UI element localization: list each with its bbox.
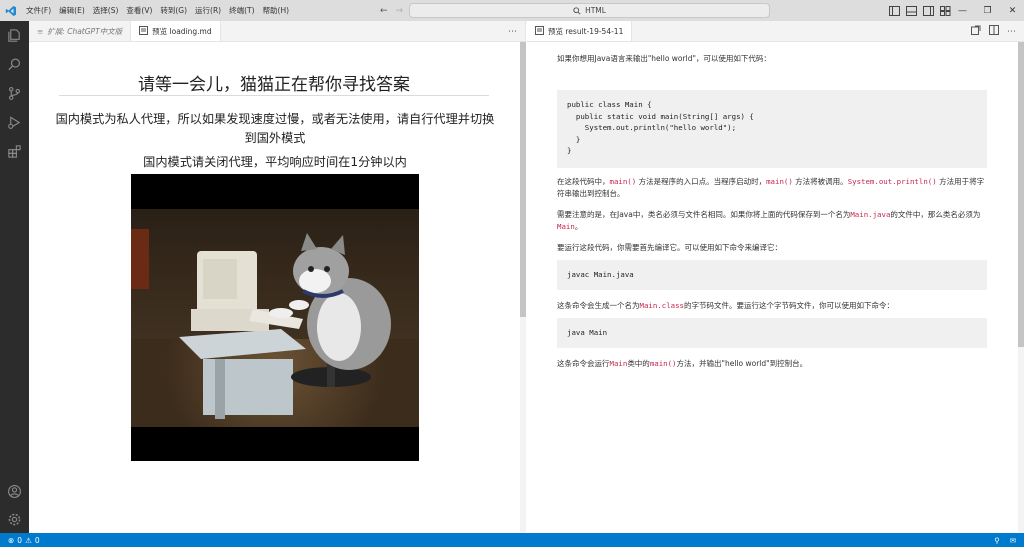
tab-actions-left: ⋯	[508, 21, 517, 42]
inline-code: Main	[609, 359, 628, 368]
inline-code: Main.java	[850, 210, 891, 219]
extensions-icon[interactable]	[0, 137, 29, 166]
layout-controls	[888, 0, 951, 21]
heading-divider	[59, 95, 489, 96]
cat-scene	[131, 209, 419, 427]
split-editor-icon[interactable]	[989, 25, 999, 38]
tab-chatgpt-extension[interactable]: ≡ 扩展: ChatGPT中文版	[29, 21, 132, 41]
restore-icon[interactable]: ❐	[975, 0, 1000, 21]
inline-code: Main.class	[639, 301, 685, 310]
scrollbar-thumb-right[interactable]	[1018, 42, 1024, 347]
inline-code: System.out.println()	[847, 177, 937, 186]
response-time-notice: 国内模式请关闭代理，平均响应时间在1分钟以内	[143, 155, 407, 169]
more-actions-icon[interactable]: ⋯	[508, 27, 517, 37]
status-right: ⚲ ✉	[994, 533, 1016, 547]
scrollbar-thumb-left[interactable]	[520, 42, 526, 317]
page-heading: 请等一会儿，猫猫正在帮你寻找答案	[138, 75, 410, 95]
status-bar: ⊗ 0 ⚠ 0 ⚲ ✉	[0, 533, 1024, 547]
command-center-label: HTML	[585, 6, 606, 15]
tab-actions-right: ⋯	[971, 21, 1016, 42]
explorer-icon[interactable]	[0, 21, 29, 50]
inline-code: main()	[649, 359, 677, 368]
menu-bar: 文件(F) 编辑(E) 选择(S) 查看(V) 转到(G) 运行(R) 终端(T…	[22, 0, 293, 21]
close-icon[interactable]: ✕	[1000, 0, 1024, 21]
run-debug-icon[interactable]	[0, 108, 29, 137]
source-control-icon[interactable]	[0, 79, 29, 108]
nav-arrows: ← →	[380, 0, 403, 21]
tab-label: 扩展: ChatGPT中文版	[47, 26, 123, 36]
tab-result-preview[interactable]: 预览 result-19-54-11	[527, 21, 633, 41]
explain-paragraph: 在这段代码中，main() 方法是程序的入口点。当程序启动时，main() 方法…	[557, 177, 985, 198]
warning-count: 0	[34, 535, 40, 545]
class-paragraph: 这条命令会生成一个名为Main.class的字节码文件。要运行这个字节码文件，你…	[557, 301, 894, 310]
markdown-preview-loading: 请等一会儿，猫猫正在帮你寻找答案 国内模式为私人代理，所以如果发现速度过慢，或者…	[29, 42, 519, 533]
tab-bar-left: ≡ 扩展: ChatGPT中文版 预览 loading.md ⋯	[29, 21, 525, 42]
error-icon: ⊗	[8, 535, 15, 545]
more-actions-icon[interactable]: ⋯	[1007, 27, 1016, 37]
window-controls: — ❐ ✕	[950, 0, 1024, 21]
toggle-panel-icon[interactable]	[905, 5, 917, 16]
menu-view[interactable]: 查看(V)	[122, 0, 156, 21]
tab-bar-right: 预览 result-19-54-11 ⋯	[527, 21, 1024, 42]
live-share-icon[interactable]: ⚲	[994, 536, 1000, 545]
editor-group-left: ≡ 扩展: ChatGPT中文版 预览 loading.md ⋯ 请等一会儿，猫…	[29, 21, 526, 533]
note-paragraph: 需要注意的是，在Java中，类名必须与文件名相同。如果你将上面的代码保存到一个名…	[557, 210, 981, 231]
menu-terminal[interactable]: 终端(T)	[225, 0, 258, 21]
search-icon[interactable]	[0, 50, 29, 79]
warning-icon: ⚠	[25, 535, 32, 545]
menu-go[interactable]: 转到(G)	[156, 0, 191, 21]
extension-icon: ≡	[37, 26, 44, 36]
markdown-preview-result: 如果你想用Java语言来输出"hello world"，可以使用如下代码： pu…	[527, 42, 1017, 533]
menu-run[interactable]: 运行(R)	[191, 0, 225, 21]
toggle-sidebar-icon[interactable]	[888, 5, 900, 16]
menu-help[interactable]: 帮助(H)	[259, 0, 294, 21]
tab-loading-preview[interactable]: 预览 loading.md	[131, 21, 221, 41]
open-source-icon[interactable]	[971, 25, 981, 38]
forward-arrow-icon[interactable]: →	[396, 6, 404, 16]
problems-indicator[interactable]: ⊗ 0 ⚠ 0	[0, 536, 40, 545]
title-bar: 文件(F) 编辑(E) 选择(S) 查看(V) 转到(G) 运行(R) 终端(T…	[0, 0, 1024, 21]
code-block-javac: javac Main.java	[557, 260, 987, 290]
inline-code: Main	[557, 222, 575, 231]
code-block-java: public class Main { public static void m…	[557, 90, 987, 168]
cat-illustration-icon	[179, 233, 391, 419]
notifications-bell-icon[interactable]: ✉	[1010, 536, 1016, 545]
menu-edit[interactable]: 编辑(E)	[55, 0, 89, 21]
menu-file[interactable]: 文件(F)	[22, 0, 55, 21]
intro-text: 如果你想用Java语言来输出"hello world"，可以使用如下代码：	[557, 54, 771, 63]
code-block-java-run: java Main	[557, 318, 987, 348]
toggle-secondary-sidebar-icon[interactable]	[922, 5, 934, 16]
inline-code: main()	[609, 177, 637, 186]
account-icon[interactable]	[0, 477, 29, 506]
minimize-icon[interactable]: —	[950, 0, 975, 21]
activity-bar	[0, 21, 29, 533]
menu-selection[interactable]: 选择(S)	[89, 0, 123, 21]
back-arrow-icon[interactable]: ←	[380, 6, 388, 16]
preview-icon	[139, 25, 149, 37]
tab-label: 预览 loading.md	[152, 26, 212, 36]
search-icon	[573, 6, 581, 15]
cat-image	[131, 174, 419, 461]
compile-paragraph: 要运行这段代码，你需要首先编译它。可以使用如下命令来编译它：	[557, 243, 782, 252]
scrollbar-right[interactable]	[1018, 42, 1024, 533]
error-count: 0	[17, 535, 23, 545]
preview-icon	[535, 25, 544, 37]
scrollbar-left[interactable]	[520, 42, 526, 533]
run-paragraph: 这条命令会运行Main类中的main()方法，并输出"hello world"到…	[557, 359, 808, 368]
inline-code: main()	[766, 177, 793, 186]
editor-group-right: 预览 result-19-54-11 ⋯ 如果你想用Java语言来输出"hell…	[527, 21, 1024, 533]
proxy-notice: 国内模式为私人代理，所以如果发现速度过慢，或者无法使用，请自行代理并切换到国外模…	[55, 112, 495, 145]
tab-label: 预览 result-19-54-11	[548, 26, 624, 36]
settings-gear-icon[interactable]	[0, 505, 29, 534]
command-center-search[interactable]: HTML	[409, 3, 770, 18]
vscode-logo-icon	[0, 0, 22, 21]
